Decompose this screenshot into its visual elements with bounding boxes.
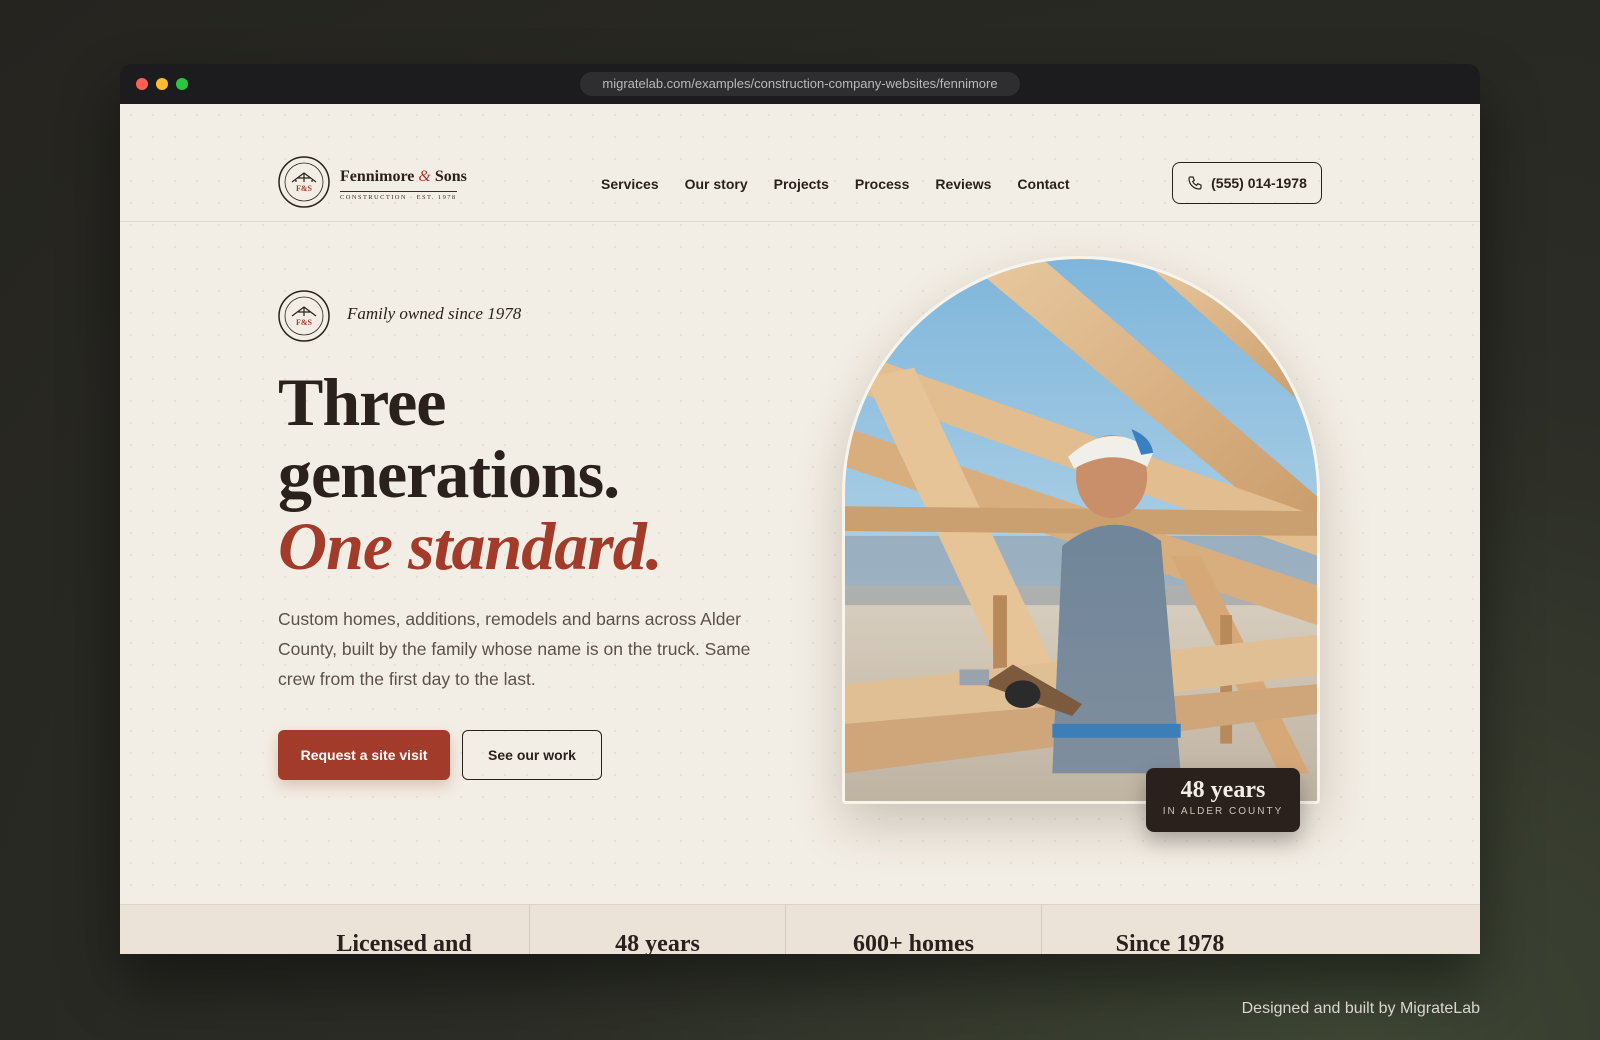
svg-text:F&S: F&S <box>296 318 313 327</box>
svg-text:F&S: F&S <box>296 184 313 193</box>
brand-logo-icon[interactable]: F&S <box>278 156 330 208</box>
builder-photo-image <box>845 259 1317 801</box>
hero-headline: Three generations. One standard. <box>278 364 663 584</box>
hero-seal-icon: F&S <box>278 290 330 342</box>
page: F&S Fennimore & Sons CONSTRUCTION · EST.… <box>120 104 1480 954</box>
maximize-window-button[interactable] <box>176 78 188 90</box>
brand-wordmark[interactable]: Fennimore & Sons CONSTRUCTION · EST. 197… <box>340 168 467 204</box>
address-bar[interactable]: migratelab.com/examples/construction-com… <box>580 72 1020 96</box>
stat-homes: 600+ homes <box>786 905 1042 954</box>
nav-link-our-story[interactable]: Our story <box>685 176 748 192</box>
browser-titlebar: migratelab.com/examples/construction-com… <box>120 64 1480 104</box>
phone-button[interactable]: (555) 014-1978 <box>1172 162 1322 204</box>
nav-link-services[interactable]: Services <box>601 176 659 192</box>
site-header: F&S Fennimore & Sons CONSTRUCTION · EST.… <box>120 104 1480 222</box>
stat-years: 48 years <box>530 905 786 954</box>
hero-description: Custom homes, additions, remodels and ba… <box>278 609 751 689</box>
request-site-visit-button[interactable]: Request a site visit <box>278 730 450 780</box>
years-badge-number: 48 years <box>1180 777 1266 803</box>
headline-line-2: generations. <box>278 436 620 512</box>
headline-accent: One standard. <box>278 508 663 584</box>
nav-link-process[interactable]: Process <box>855 176 909 192</box>
stat-licensed: Licensed and <box>120 905 530 954</box>
browser-window: migratelab.com/examples/construction-com… <box>120 64 1480 954</box>
brand-name: Fennimore & Sons <box>340 168 467 185</box>
nav-link-reviews[interactable]: Reviews <box>935 176 991 192</box>
hero-eyebrow: Family owned since 1978 <box>347 304 522 323</box>
hero-photo <box>842 256 1320 804</box>
phone-number: (555) 014-1978 <box>1211 175 1307 191</box>
stats-strip: Licensed and 48 years 600+ homes Since 1… <box>120 904 1480 954</box>
brand-tagline: CONSTRUCTION · EST. 1978 <box>340 191 457 201</box>
main-menu: Services Our story Projects Process Revi… <box>601 176 1070 192</box>
nav-link-projects[interactable]: Projects <box>774 176 829 192</box>
headline-line-1: Three <box>278 364 446 440</box>
years-badge-caption: IN ALDER COUNTY <box>1162 806 1284 817</box>
phone-icon <box>1188 176 1202 190</box>
stat-since: Since 1978 <box>1115 931 1225 954</box>
close-window-button[interactable] <box>136 78 148 90</box>
minimize-window-button[interactable] <box>156 78 168 90</box>
designer-credit[interactable]: Designed and built by MigrateLab <box>1242 1000 1480 1018</box>
nav-link-contact[interactable]: Contact <box>1017 176 1069 192</box>
years-badge: 48 years IN ALDER COUNTY <box>1146 768 1300 832</box>
see-our-work-button[interactable]: See our work <box>462 730 602 780</box>
